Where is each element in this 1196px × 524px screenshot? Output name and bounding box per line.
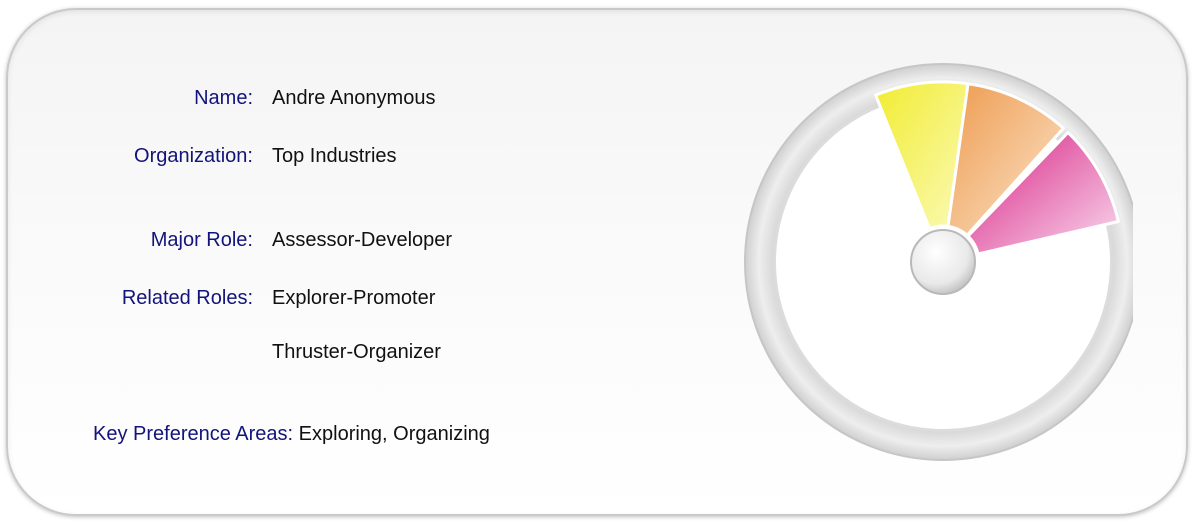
related-role-item: Thruster-Organizer [272,341,441,363]
related-roles-row-2: Thruster-Organizer [0,340,700,364]
related-role-item: Explorer-Promoter [272,287,436,309]
name-row: Name: Andre Anonymous [0,86,700,110]
wheel-hub [910,229,976,295]
major-role-row: Major Role: Assessor-Developer [0,228,700,252]
key-preference-value: Exploring, Organizing [298,423,490,445]
preference-wheel [744,63,1133,461]
major-role-value: Assessor-Developer [272,229,453,251]
related-roles-label: Related Roles: [121,287,253,309]
related-roles-row: Related Roles: Explorer-Promoter [0,286,700,310]
major-role-label: Major Role: [150,229,253,251]
key-preference-row: Key Preference Areas: Exploring, Organiz… [93,422,490,446]
name-label: Name: [194,87,253,109]
name-value: Andre Anonymous [272,87,436,109]
organization-label: Organization: [134,145,253,167]
key-preference-label: Key Preference Areas: [93,423,294,445]
organization-row: Organization: Top Industries [0,144,700,168]
organization-value: Top Industries [272,145,397,167]
